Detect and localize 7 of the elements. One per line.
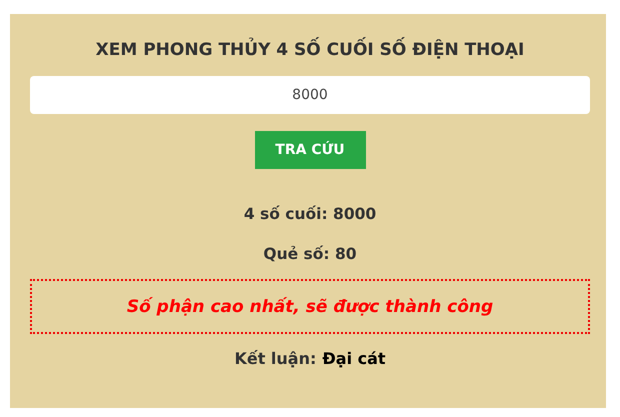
message-box: Số phận cao nhất, sẽ được thành công: [30, 279, 590, 334]
panel-title: XEM PHONG THỦY 4 SỐ CUỐI SỐ ĐIỆN THOẠI: [96, 36, 524, 64]
number-input-field[interactable]: 8000: [30, 76, 590, 114]
conclusion-label: Kết luận:: [234, 348, 316, 370]
result-text: Quẻ số: 80: [263, 244, 357, 265]
result-text: 4 số cuối: 8000: [244, 204, 376, 225]
conclusion-value: Đại cát: [322, 348, 386, 370]
